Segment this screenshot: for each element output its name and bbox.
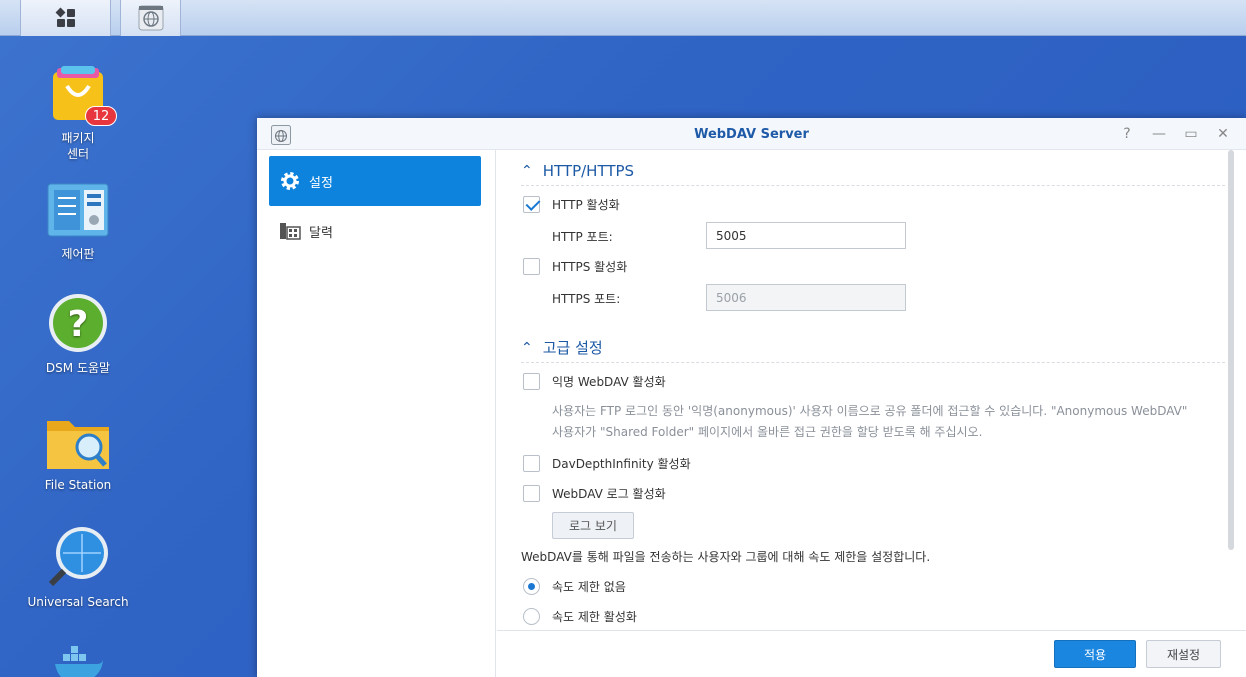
universal-search-label: Universal Search bbox=[27, 595, 129, 609]
package-center-label: 패키지 센터 bbox=[61, 131, 95, 161]
reset-button[interactable]: 재설정 bbox=[1146, 640, 1221, 668]
update-count-badge: 12 bbox=[85, 106, 117, 126]
docker-whale-icon bbox=[51, 646, 105, 677]
universal-search-icon bbox=[45, 524, 111, 588]
calendar-icon bbox=[279, 220, 301, 242]
webdav-log-checkbox[interactable] bbox=[523, 485, 540, 502]
package-center-icon: 12 bbox=[47, 64, 117, 126]
speed-none-radio[interactable] bbox=[523, 578, 540, 595]
sidebar-item-label: 설정 bbox=[309, 175, 333, 191]
sidebar-item-calendar[interactable]: 달력 bbox=[269, 206, 481, 256]
https-enable-label: HTTPS 활성화 bbox=[552, 260, 628, 274]
settings-content: ⌃ HTTP/HTTPS HTTP 활성화 HTTP 포트: HTTPS 활성화… bbox=[497, 150, 1246, 630]
dsm-help-label: DSM 도움말 bbox=[45, 361, 111, 375]
https-port-label: HTTPS 포트: bbox=[552, 292, 621, 306]
http-enable-checkbox[interactable] bbox=[523, 196, 540, 213]
desktop-icon-control-panel[interactable]: 제어판 bbox=[3, 182, 153, 262]
main-menu-icon bbox=[55, 7, 75, 27]
window-title: WebDAV Server bbox=[694, 127, 809, 142]
speed-enable-label: 속도 제한 활성화 bbox=[552, 610, 637, 624]
webdav-log-row: WebDAV 로그 활성화 bbox=[523, 485, 666, 502]
desktop-icon-universal-search[interactable]: Universal Search bbox=[3, 524, 153, 610]
https-port-input[interactable] bbox=[706, 284, 906, 311]
https-enable-checkbox[interactable] bbox=[523, 258, 540, 275]
maximize-button[interactable]: ▭ bbox=[1182, 125, 1200, 143]
apply-button[interactable]: 적용 bbox=[1054, 640, 1136, 668]
depth-infinity-label: DavDepthInfinity 활성화 bbox=[552, 457, 691, 471]
chevron-up-icon: ⌃ bbox=[521, 162, 533, 179]
webdav-server-window: WebDAV Server ? — ▭ ✕ 설정 달력 ⌃ HTTP/HTTPS… bbox=[257, 118, 1246, 677]
help-question-icon: ? bbox=[47, 292, 109, 354]
anon-webdav-hint: 사용자는 FTP 로그인 동안 '익명(anonymous)' 사용자 이름으로… bbox=[552, 404, 1188, 439]
anon-enable-row: 익명 WebDAV 활성화 bbox=[523, 373, 666, 390]
sidebar-item-label: 달력 bbox=[309, 225, 333, 241]
http-port-label: HTTP 포트: bbox=[552, 230, 613, 244]
https-enable-row: HTTPS 활성화 bbox=[523, 258, 627, 275]
chevron-up-icon: ⌃ bbox=[521, 339, 533, 356]
sidebar-item-settings[interactable]: 설정 bbox=[269, 156, 481, 206]
taskbar bbox=[0, 0, 1246, 36]
anon-webdav-checkbox[interactable] bbox=[523, 373, 540, 390]
speed-enable-radio[interactable] bbox=[523, 608, 540, 625]
taskbar-webdav-app[interactable] bbox=[120, 0, 181, 36]
anon-webdav-label: 익명 WebDAV 활성화 bbox=[552, 375, 666, 389]
speed-limit-description: WebDAV를 통해 파일을 전송하는 사용자와 그룹에 대해 속도 제한을 설… bbox=[521, 550, 931, 564]
section-title: 고급 설정 bbox=[542, 339, 603, 357]
depth-infinity-row: DavDepthInfinity 활성화 bbox=[523, 455, 691, 472]
desktop-icon-dsm-help[interactable]: ? DSM 도움말 bbox=[3, 292, 153, 376]
gear-icon bbox=[279, 170, 301, 192]
webdav-app-icon bbox=[138, 5, 163, 31]
file-station-folder-icon bbox=[45, 413, 111, 471]
section-title: HTTP/HTTPS bbox=[542, 161, 635, 180]
sidebar: 설정 달력 bbox=[257, 150, 496, 677]
control-panel-icon bbox=[46, 182, 110, 238]
control-panel-label: 제어판 bbox=[61, 247, 95, 261]
section-advanced[interactable]: ⌃ 고급 설정 bbox=[521, 333, 1225, 363]
content-scrollbar[interactable] bbox=[1228, 150, 1234, 550]
webdav-log-label: WebDAV 로그 활성화 bbox=[552, 487, 666, 501]
http-enable-row: HTTP 활성화 bbox=[523, 196, 620, 213]
depth-infinity-checkbox[interactable] bbox=[523, 455, 540, 472]
speed-none-row: 속도 제한 없음 bbox=[523, 578, 626, 595]
window-footer: 적용 재설정 bbox=[497, 630, 1246, 677]
section-http-https[interactable]: ⌃ HTTP/HTTPS bbox=[521, 156, 1225, 186]
desktop-icon-file-station[interactable]: File Station bbox=[3, 413, 153, 493]
http-port-input[interactable] bbox=[706, 222, 906, 249]
desktop-icon-package-center[interactable]: 12 패키지 센터 bbox=[3, 64, 153, 162]
speed-none-label: 속도 제한 없음 bbox=[552, 580, 626, 594]
speed-enable-row: 속도 제한 활성화 bbox=[523, 608, 637, 625]
desktop-icon-docker[interactable] bbox=[3, 646, 153, 677]
close-button[interactable]: ✕ bbox=[1214, 125, 1232, 143]
http-enable-label: HTTP 활성화 bbox=[552, 198, 620, 212]
window-titlebar[interactable]: WebDAV Server ? — ▭ ✕ bbox=[257, 118, 1246, 150]
minimize-button[interactable]: — bbox=[1150, 125, 1168, 143]
help-button[interactable]: ? bbox=[1118, 125, 1136, 143]
view-log-button[interactable]: 로그 보기 bbox=[552, 512, 634, 539]
file-station-label: File Station bbox=[44, 478, 112, 492]
main-menu-button[interactable] bbox=[20, 0, 111, 36]
svg-text:?: ? bbox=[68, 304, 89, 345]
